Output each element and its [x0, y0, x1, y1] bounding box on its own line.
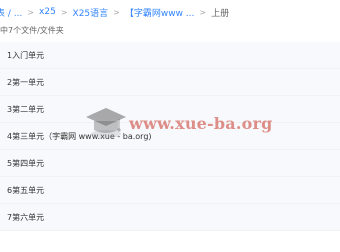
file-row[interactable]: 3第二单元 [0, 96, 340, 123]
file-name[interactable]: 3第二单元 [0, 104, 44, 115]
breadcrumb-item-x25[interactable]: x25 [39, 7, 56, 17]
breadcrumb-separator: > [113, 7, 120, 17]
file-row[interactable]: 2第一单元 [0, 69, 340, 96]
file-name[interactable]: 5第四单元 [0, 158, 44, 169]
file-row[interactable]: 4第三单元（字霸网 www.xue - ba.org) [0, 123, 340, 150]
file-row[interactable]: 7第六单元 [0, 204, 340, 231]
breadcrumb-item-x25-language[interactable]: X25语言 [73, 6, 109, 19]
file-browser-page: 表 / ... > x25 > X25语言 > 【字霸网www ... > 上册… [0, 0, 340, 252]
file-name[interactable]: 2第一单元 [0, 77, 44, 88]
breadcrumb-item-zibawang[interactable]: 【字霸网www ... [125, 6, 195, 19]
file-row[interactable]: 1入门单元 [0, 42, 340, 69]
file-row[interactable]: 6第五单元 [0, 177, 340, 204]
file-name[interactable]: 4第三单元（字霸网 www.xue - ba.org) [0, 131, 152, 142]
file-list: 1入门单元 2第一单元 3第二单元 4第三单元（字霸网 www.xue - ba… [0, 42, 340, 231]
file-row[interactable]: 5第四单元 [0, 150, 340, 177]
breadcrumb-separator: > [199, 7, 207, 17]
breadcrumb-item-current: 上册 [211, 8, 230, 19]
breadcrumb-separator: > [60, 7, 68, 17]
file-count-summary: 中7个文件/文件夹 [0, 26, 64, 35]
breadcrumb-separator: > [27, 7, 35, 17]
breadcrumb-leading[interactable]: 表 / ... [0, 6, 22, 19]
breadcrumb: 表 / ... > x25 > X25语言 > 【字霸网www ... > 上册 [0, 0, 340, 24]
file-name[interactable]: 6第五单元 [0, 185, 44, 196]
file-name[interactable]: 1入门单元 [0, 50, 44, 61]
file-name[interactable]: 7第六单元 [0, 212, 44, 223]
